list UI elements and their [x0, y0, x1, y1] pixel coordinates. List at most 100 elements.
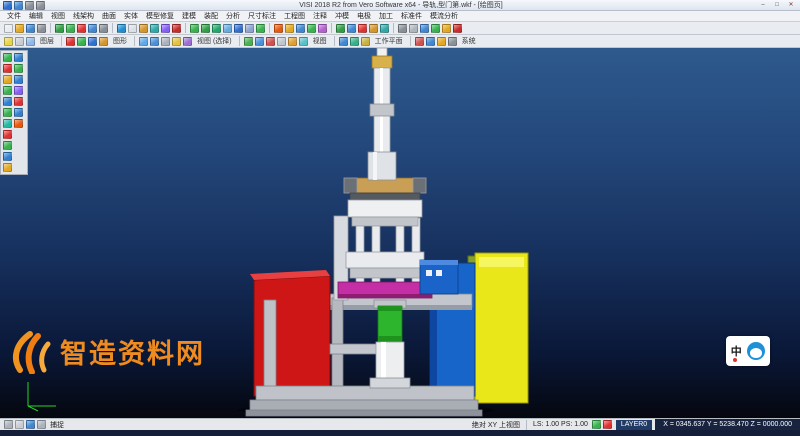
tool-icon[interactable]: [4, 420, 13, 429]
tool-icon[interactable]: [150, 37, 159, 46]
menu-item[interactable]: 分析: [222, 11, 244, 21]
tool-icon[interactable]: [4, 37, 13, 46]
tool-icon[interactable]: [3, 75, 12, 84]
viewport-3d[interactable]: 智造资料网 中: [0, 48, 800, 418]
tool-icon[interactable]: [77, 37, 86, 46]
tool-icon[interactable]: [3, 97, 12, 106]
yellow-panel[interactable]: [468, 253, 528, 403]
open-folder-icon[interactable]: [15, 24, 24, 33]
tool-icon[interactable]: [453, 24, 462, 33]
tool-icon[interactable]: [88, 37, 97, 46]
menu-item[interactable]: 电极: [353, 11, 375, 21]
tool-icon[interactable]: [415, 37, 424, 46]
tool-icon[interactable]: [592, 420, 601, 429]
tool-icon[interactable]: [139, 37, 148, 46]
tool-icon[interactable]: [128, 24, 137, 33]
tool-icon[interactable]: [255, 37, 264, 46]
tool-icon[interactable]: [14, 119, 23, 128]
menu-item[interactable]: 加工: [375, 11, 397, 21]
tool-icon[interactable]: [3, 86, 12, 95]
tool-icon[interactable]: [437, 37, 446, 46]
tool-icon[interactable]: [299, 37, 308, 46]
tool-icon[interactable]: [88, 24, 97, 33]
tool-icon[interactable]: [150, 24, 159, 33]
mast-cylinder[interactable]: [368, 48, 396, 180]
tool-icon[interactable]: [442, 24, 451, 33]
menu-item[interactable]: 视图: [47, 11, 69, 21]
tool-icon[interactable]: [77, 24, 86, 33]
tool-icon[interactable]: [369, 24, 378, 33]
tool-icon[interactable]: [139, 24, 148, 33]
tool-icon[interactable]: [161, 24, 170, 33]
tool-icon[interactable]: [14, 108, 23, 117]
tool-icon[interactable]: [66, 24, 75, 33]
tool-icon[interactable]: [14, 86, 23, 95]
tool-icon[interactable]: [448, 37, 457, 46]
tool-icon[interactable]: [398, 24, 407, 33]
menu-item[interactable]: 装配: [200, 11, 222, 21]
control-box[interactable]: [420, 260, 458, 294]
tool-icon[interactable]: [380, 24, 389, 33]
tool-icon[interactable]: [161, 37, 170, 46]
menu-item[interactable]: 线架构: [69, 11, 98, 21]
tool-icon[interactable]: [172, 24, 181, 33]
tool-icon[interactable]: [14, 97, 23, 106]
tool-icon[interactable]: [420, 24, 429, 33]
tool-icon[interactable]: [183, 37, 192, 46]
tool-icon[interactable]: [55, 24, 64, 33]
tool-icon[interactable]: [26, 420, 35, 429]
new-file-icon[interactable]: [4, 24, 13, 33]
tool-icon[interactable]: [339, 37, 348, 46]
menu-item[interactable]: 文件: [3, 11, 25, 21]
red-panel[interactable]: [250, 270, 330, 396]
tool-icon[interactable]: [288, 37, 297, 46]
tool-icon[interactable]: [14, 64, 23, 73]
tool-icon[interactable]: [3, 119, 12, 128]
tool-icon[interactable]: [244, 37, 253, 46]
tool-icon[interactable]: [14, 53, 23, 62]
tool-icon[interactable]: [190, 24, 199, 33]
tool-icon[interactable]: [361, 37, 370, 46]
tool-icon[interactable]: [99, 37, 108, 46]
menu-item[interactable]: 工程图: [280, 11, 309, 21]
app-icon[interactable]: [3, 1, 12, 10]
tool-icon[interactable]: [37, 420, 46, 429]
menu-item[interactable]: 注释: [309, 11, 331, 21]
tool-icon[interactable]: [3, 152, 12, 161]
tool-icon[interactable]: [26, 37, 35, 46]
menu-item[interactable]: 标准件: [397, 11, 426, 21]
magenta-plate[interactable]: [338, 282, 432, 298]
snap-label[interactable]: 捕捉: [50, 420, 64, 430]
tool-icon[interactable]: [318, 24, 327, 33]
tool-icon[interactable]: [603, 420, 612, 429]
tool-icon[interactable]: [201, 24, 210, 33]
save-icon[interactable]: [26, 24, 35, 33]
tool-icon[interactable]: [14, 75, 23, 84]
tool-icon[interactable]: [3, 108, 12, 117]
tool-icon[interactable]: [3, 163, 12, 172]
tool-icon[interactable]: [350, 37, 359, 46]
tool-icon[interactable]: [245, 24, 254, 33]
maximize-button[interactable]: □: [770, 1, 784, 10]
tool-icon[interactable]: [15, 37, 24, 46]
redo-icon[interactable]: [36, 1, 45, 10]
menu-item[interactable]: 建模: [178, 11, 200, 21]
undo-icon[interactable]: [25, 1, 34, 10]
tool-icon[interactable]: [409, 24, 418, 33]
tool-icon[interactable]: [426, 37, 435, 46]
tool-icon[interactable]: [307, 24, 316, 33]
tool-icon[interactable]: [172, 37, 181, 46]
tool-icon[interactable]: [212, 24, 221, 33]
print-icon[interactable]: [37, 24, 46, 33]
menu-item[interactable]: 曲面: [98, 11, 120, 21]
tool-icon[interactable]: [358, 24, 367, 33]
tool-icon[interactable]: [15, 420, 24, 429]
tool-icon[interactable]: [3, 141, 12, 150]
tool-icon[interactable]: [256, 24, 265, 33]
menu-item[interactable]: 尺寸标注: [244, 11, 280, 21]
layer-badge[interactable]: LAYER0: [616, 420, 652, 430]
tool-icon[interactable]: [66, 37, 75, 46]
tool-icon[interactable]: [234, 24, 243, 33]
tool-icon[interactable]: [99, 24, 108, 33]
tool-icon[interactable]: [336, 24, 345, 33]
